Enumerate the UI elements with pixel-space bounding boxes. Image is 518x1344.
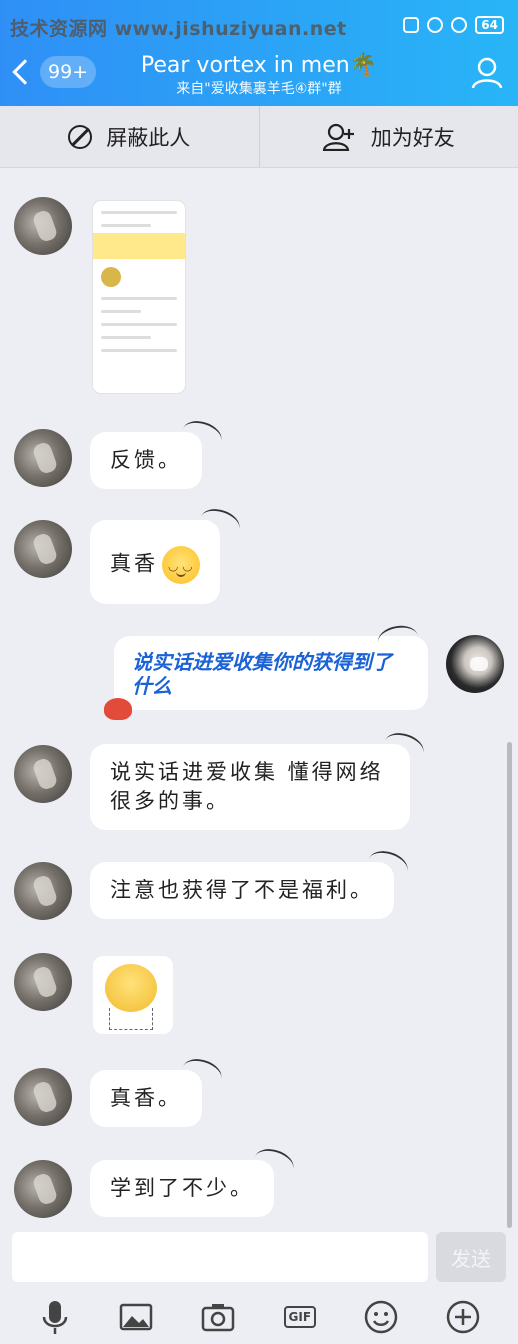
- watermark-text: 技术资源网 www.jishuziyuan.net: [10, 18, 347, 40]
- add-friend-label: 加为好友: [370, 125, 455, 150]
- qq-penguin-icon: [104, 698, 132, 720]
- gif-label: GIF: [283, 1306, 317, 1328]
- sticker-body: [109, 1008, 153, 1030]
- bubble-decoration: [196, 504, 244, 542]
- self-message-bubble[interactable]: 说实话进爱收集你的获得到了什么: [114, 622, 428, 710]
- block-icon: [68, 124, 93, 149]
- thumb-line: [101, 211, 177, 214]
- battery-indicator: 64: [475, 16, 504, 34]
- smiling-face-icon: [162, 546, 200, 584]
- message-bubble[interactable]: 真香。: [90, 1054, 226, 1127]
- profile-icon[interactable]: [470, 56, 504, 90]
- plus-icon[interactable]: [443, 1297, 483, 1337]
- unread-badge: 99+: [40, 56, 97, 88]
- alarm-icon: [451, 17, 468, 33]
- message-text: 学到了不少。: [110, 1176, 254, 1200]
- thumb-line: [101, 224, 151, 227]
- thumb-line: [101, 310, 141, 313]
- microphone-icon[interactable]: [35, 1297, 75, 1337]
- bubble-decoration: [380, 728, 428, 766]
- chat-subtitle: 来自"爱收集裏羊毛④群"群: [176, 81, 342, 97]
- camera-icon[interactable]: [198, 1297, 238, 1337]
- add-friend-icon: [322, 123, 354, 151]
- message-text: 反馈。: [110, 448, 182, 472]
- message-bubble[interactable]: 真香: [90, 504, 244, 604]
- input-toolbar: GIF: [0, 1290, 518, 1344]
- add-friend-button[interactable]: 加为好友: [258, 106, 518, 167]
- avatar[interactable]: [14, 197, 72, 255]
- thumb-line: [101, 297, 177, 300]
- message-text: 说实话进爱收集 懂得网络很多的事。: [110, 760, 384, 813]
- smiling-face-sticker: [105, 964, 157, 1012]
- thumb-coin: [101, 267, 121, 287]
- image-message[interactable]: [93, 201, 185, 393]
- thumb-line: [101, 336, 151, 339]
- bubble-decoration: [250, 1144, 298, 1182]
- chat-header: 技术资源网 www.jishuziyuan.net 64 99+ Pear vo…: [0, 0, 518, 106]
- block-user-button[interactable]: 屏蔽此人: [0, 106, 259, 167]
- message-text: 真香。: [110, 1086, 182, 1110]
- image-icon[interactable]: [116, 1297, 156, 1337]
- message-bubble[interactable]: 说实话进爱收集 懂得网络很多的事。: [90, 728, 428, 830]
- send-button[interactable]: 发送: [436, 1232, 506, 1282]
- action-bar: 屏蔽此人 加为好友: [0, 106, 518, 168]
- message-input[interactable]: [12, 1232, 428, 1282]
- message-text: 说实话进爱收集你的获得到了什么: [132, 650, 392, 698]
- message-bubble[interactable]: 反馈。: [90, 416, 226, 489]
- block-label: 屏蔽此人: [106, 125, 191, 150]
- thumb-banner: [93, 233, 185, 259]
- back-button[interactable]: 99+: [10, 56, 97, 88]
- avatar[interactable]: [14, 745, 72, 803]
- message-text: 真香: [110, 551, 158, 576]
- thumb-line: [101, 349, 177, 352]
- scrollbar[interactable]: [507, 742, 512, 1228]
- self-avatar[interactable]: [446, 635, 504, 693]
- avatar[interactable]: [14, 1160, 72, 1218]
- status-icons: 64: [403, 16, 504, 34]
- avatar[interactable]: [14, 953, 72, 1011]
- avatar[interactable]: [14, 1068, 72, 1126]
- wifi-icon: [403, 17, 420, 33]
- chat-title: Pear vortex in men🌴: [140, 53, 378, 78]
- bubble-decoration: [178, 1054, 226, 1092]
- avatar[interactable]: [14, 862, 72, 920]
- chat-title-block[interactable]: Pear vortex in men🌴 来自"爱收集裏羊毛④群"群: [110, 52, 408, 98]
- input-row: 发送: [0, 1228, 518, 1288]
- message-bubble[interactable]: 注意也获得了不是福利。: [90, 846, 412, 919]
- message-bubble[interactable]: 学到了不少。: [90, 1144, 298, 1217]
- bubble-decoration: [376, 622, 420, 656]
- emoji-icon[interactable]: [361, 1297, 401, 1337]
- avatar[interactable]: [14, 429, 72, 487]
- bubble-decoration: [178, 416, 226, 454]
- lock-icon: [427, 17, 444, 33]
- message-text: 注意也获得了不是福利。: [110, 878, 374, 902]
- status-bar: 技术资源网 www.jishuziyuan.net 64: [0, 10, 518, 44]
- avatar[interactable]: [14, 520, 72, 578]
- thumb-line: [101, 323, 177, 326]
- chevron-left-icon: [12, 59, 38, 85]
- gif-icon[interactable]: GIF: [280, 1297, 320, 1337]
- sticker-message[interactable]: [93, 956, 173, 1034]
